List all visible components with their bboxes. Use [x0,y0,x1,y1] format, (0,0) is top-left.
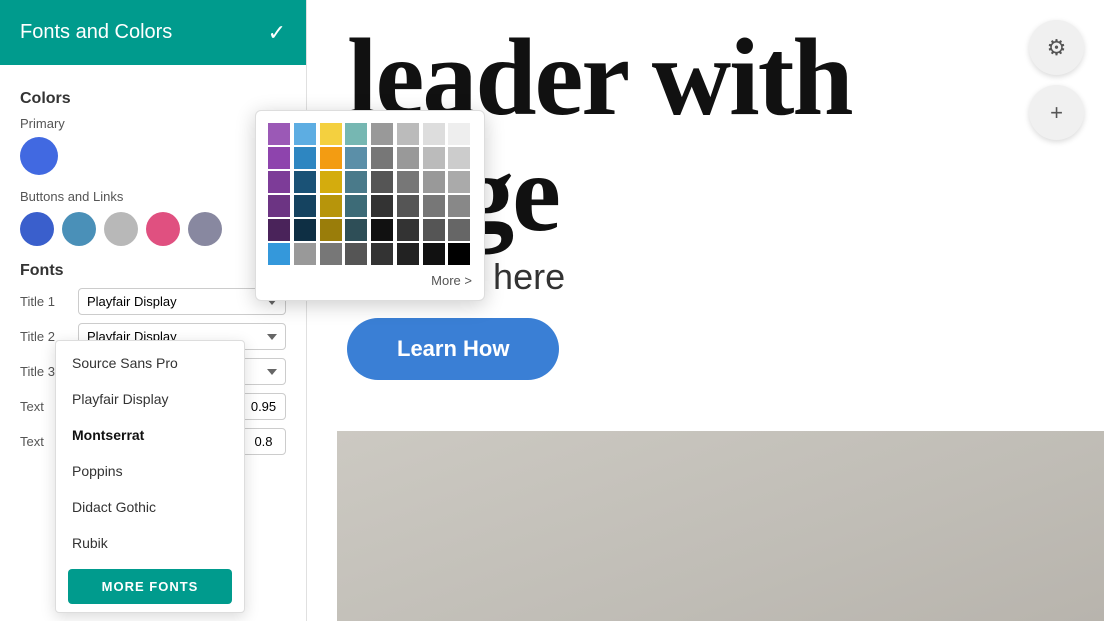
color-cell[interactable] [397,147,419,169]
font-row-title1: Title 1 Playfair Display [20,288,286,315]
color-picker-popup: More > [255,110,485,301]
color-cell[interactable] [294,171,316,193]
plus-icon: + [1050,100,1063,126]
main-content: leader with nage r subtitle here Learn H… [307,0,1104,621]
dropdown-item[interactable]: Montserrat [56,417,244,453]
color-cell[interactable] [345,123,367,145]
color-cell[interactable] [371,123,393,145]
primary-label: Primary [20,116,286,131]
color-cell[interactable] [423,195,445,217]
text2-size-input[interactable] [241,428,286,455]
hero-image [337,431,1104,621]
add-button[interactable]: + [1029,85,1084,140]
settings-button[interactable]: ⚙ [1029,20,1084,75]
color-cell[interactable] [397,171,419,193]
color-cell[interactable] [294,219,316,241]
color-cell[interactable] [345,243,367,265]
color-cell[interactable] [423,147,445,169]
color-cell[interactable] [397,123,419,145]
learn-how-button[interactable]: Learn How [347,318,559,380]
gear-icon: ⚙ [1047,35,1067,61]
color-cell[interactable] [320,219,342,241]
swatch-blue-dark[interactable] [20,212,54,246]
sidebar-title: Fonts and Colors [20,21,172,44]
dropdown-item[interactable]: Rubik [56,525,244,561]
dropdown-item[interactable]: Didact Gothic [56,489,244,525]
color-cell[interactable] [371,147,393,169]
color-cell[interactable] [294,123,316,145]
color-cell[interactable] [268,147,290,169]
color-cell[interactable] [397,219,419,241]
color-cell[interactable] [423,171,445,193]
color-cell[interactable] [448,243,470,265]
fonts-section-label: Fonts [20,262,286,280]
color-cell[interactable] [268,243,290,265]
color-cell[interactable] [294,243,316,265]
sidebar-header: Fonts and Colors ✓ [0,0,306,65]
color-swatches [20,212,286,246]
dropdown-item[interactable]: Source Sans Pro [56,345,244,381]
color-cell[interactable] [371,195,393,217]
swatch-pink[interactable] [146,212,180,246]
text1-size-input[interactable] [241,393,286,420]
color-cell[interactable] [320,171,342,193]
swatch-gray-dark[interactable] [188,212,222,246]
color-cell[interactable] [397,243,419,265]
color-cell[interactable] [268,171,290,193]
color-cell[interactable] [320,147,342,169]
color-cell[interactable] [294,195,316,217]
colors-section-label: Colors [20,90,286,108]
color-cell[interactable] [397,195,419,217]
color-cell[interactable] [371,171,393,193]
more-fonts-button[interactable]: MORE FONTS [68,569,232,604]
color-cell[interactable] [268,219,290,241]
color-grid [268,123,472,265]
color-cell[interactable] [448,171,470,193]
font-dropdown: Source Sans ProPlayfair DisplayMontserra… [55,340,245,613]
primary-color-swatch[interactable] [20,137,58,175]
color-cell[interactable] [448,147,470,169]
confirm-button[interactable]: ✓ [268,20,286,46]
swatch-gray[interactable] [104,212,138,246]
dropdown-item[interactable]: Playfair Display [56,381,244,417]
color-cell[interactable] [371,219,393,241]
color-cell[interactable] [345,195,367,217]
color-cell[interactable] [371,243,393,265]
color-cell[interactable] [320,243,342,265]
title1-label: Title 1 [20,294,70,309]
color-cell[interactable] [345,147,367,169]
color-cell[interactable] [345,171,367,193]
color-cell[interactable] [268,123,290,145]
color-cell[interactable] [423,219,445,241]
color-cell[interactable] [423,243,445,265]
color-cell[interactable] [448,123,470,145]
color-cell[interactable] [320,195,342,217]
right-buttons: ⚙ + [1029,20,1084,140]
color-cell[interactable] [294,147,316,169]
color-cell[interactable] [448,219,470,241]
color-cell[interactable] [448,195,470,217]
more-colors-link[interactable]: More > [268,273,472,288]
color-cell[interactable] [320,123,342,145]
color-cell[interactable] [345,219,367,241]
color-cell[interactable] [268,195,290,217]
buttons-links-label: Buttons and Links [20,189,286,204]
dropdown-item[interactable]: Poppins [56,453,244,489]
swatch-blue-medium[interactable] [62,212,96,246]
color-cell[interactable] [423,123,445,145]
